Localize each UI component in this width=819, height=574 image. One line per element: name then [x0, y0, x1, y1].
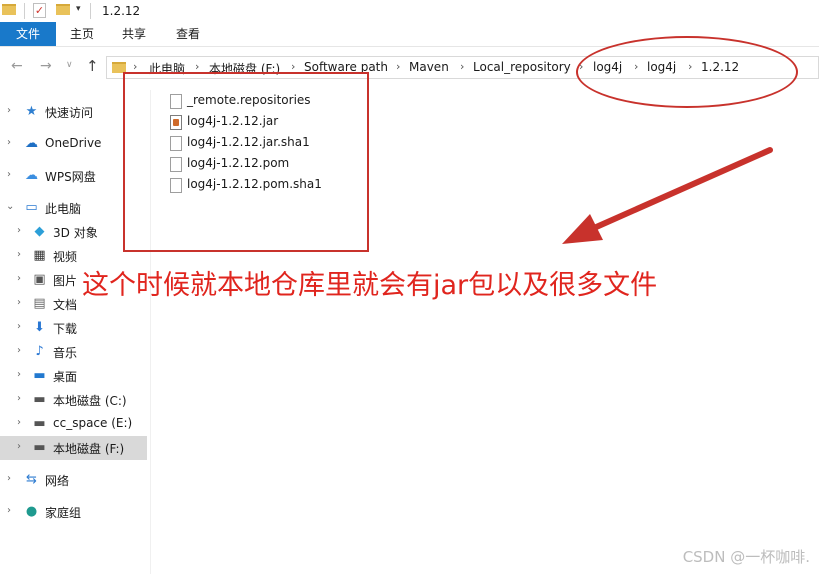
sidebar-item-label: 图片 — [53, 274, 78, 288]
folder-icon — [2, 4, 16, 15]
chevron-right-icon[interactable]: › — [7, 169, 11, 180]
picture-icon: ▣ — [33, 272, 46, 287]
chevron-right-icon[interactable]: › — [396, 60, 400, 73]
computer-icon: ▭ — [25, 200, 38, 215]
chevron-down-icon[interactable]: ⌄ — [6, 201, 14, 212]
cube-icon: ◆ — [34, 224, 45, 239]
sidebar-item-drive-e[interactable]: › ▬ cc_space (E:) — [0, 412, 147, 436]
network-icon: ⇆ — [26, 472, 37, 487]
desktop-icon: ▬ — [33, 368, 46, 383]
chevron-right-icon[interactable]: › — [7, 105, 11, 116]
download-icon: ⬇ — [34, 320, 45, 335]
cloud-icon: ☁ — [25, 168, 38, 183]
sidebar-item-desktop[interactable]: › ▬ 桌面 — [0, 364, 147, 388]
annotation-caption: 这个时候就本地仓库里就会有jar包以及很多文件 — [82, 270, 658, 301]
arrow-head — [562, 214, 603, 244]
tab-share[interactable]: 共享 — [110, 22, 158, 46]
music-icon: ♪ — [35, 344, 44, 359]
sidebar-item-network[interactable]: › ⇆ 网络 — [0, 468, 147, 492]
recent-locations-icon[interactable]: ∨ — [66, 60, 73, 70]
chevron-right-icon[interactable]: › — [17, 321, 21, 332]
annotation-highlight-box — [123, 72, 369, 252]
window-title: 1.2.12 — [102, 4, 141, 18]
drive-icon: ▬ — [33, 392, 46, 407]
new-folder-icon[interactable] — [56, 4, 70, 15]
sidebar-item-label: cc_space (E:) — [53, 416, 133, 430]
properties-icon[interactable]: ✓ — [33, 3, 46, 18]
tab-file[interactable]: 文件 — [0, 22, 56, 46]
sidebar-item-label: 家庭组 — [45, 506, 82, 520]
chevron-right-icon[interactable]: › — [460, 60, 464, 73]
sidebar-item-label: 网络 — [45, 474, 70, 488]
sidebar-item-label: 快速访问 — [45, 106, 94, 120]
chevron-right-icon[interactable]: › — [17, 441, 21, 452]
toolbar-divider — [24, 3, 25, 19]
cloud-icon: ☁ — [25, 136, 38, 151]
breadcrumb-maven[interactable]: Maven — [409, 60, 449, 74]
film-icon: ▦ — [33, 248, 46, 263]
tab-home[interactable]: 主页 — [58, 22, 106, 46]
chevron-right-icon[interactable]: › — [7, 505, 11, 516]
sidebar-item-label: 本地磁盘 (C:) — [53, 394, 127, 408]
sidebar-item-homegroup[interactable]: › ● 家庭组 — [0, 500, 147, 524]
homegroup-icon: ● — [25, 504, 38, 519]
star-icon: ★ — [25, 104, 38, 119]
watermark: CSDN @一杯咖啡. — [682, 548, 810, 566]
sidebar-item-label: 音乐 — [53, 346, 78, 360]
chevron-right-icon[interactable]: › — [17, 393, 21, 404]
chevron-right-icon[interactable]: › — [7, 137, 11, 148]
sidebar-item-music[interactable]: › ♪ 音乐 — [0, 340, 147, 364]
breadcrumb-local-repository[interactable]: Local_repository — [473, 60, 571, 74]
sidebar-item-label: 下载 — [53, 322, 78, 336]
annotation-highlight-ellipse — [576, 36, 798, 108]
sidebar-item-label: WPS网盘 — [45, 170, 96, 184]
up-arrow-icon[interactable]: ↑ — [86, 57, 99, 75]
chevron-right-icon[interactable]: › — [17, 297, 21, 308]
sidebar-item-drive-c[interactable]: › ▬ 本地磁盘 (C:) — [0, 388, 147, 412]
chevron-right-icon[interactable]: › — [17, 369, 21, 380]
sidebar-item-label: 3D 对象 — [53, 226, 98, 240]
drive-icon: ▬ — [33, 440, 46, 455]
chevron-right-icon[interactable]: › — [7, 473, 11, 484]
chevron-right-icon[interactable]: › — [17, 225, 21, 236]
sidebar-item-label: 文档 — [53, 298, 78, 312]
arrow-shaft — [582, 147, 773, 235]
forward-arrow-icon[interactable]: → — [40, 58, 52, 74]
sidebar-item-label: OneDrive — [45, 136, 102, 150]
toolbar-divider — [90, 3, 91, 19]
back-arrow-icon[interactable]: ← — [11, 58, 23, 74]
chevron-right-icon[interactable]: › — [17, 273, 21, 284]
chevron-right-icon[interactable]: › — [17, 417, 21, 428]
chevron-right-icon[interactable]: › — [17, 249, 21, 260]
chevron-right-icon[interactable]: › — [17, 345, 21, 356]
sidebar-item-label: 此电脑 — [45, 202, 82, 216]
sidebar-item-downloads[interactable]: › ⬇ 下载 — [0, 316, 147, 340]
quick-access-dropdown-icon[interactable]: ▾ — [76, 4, 81, 14]
sidebar-item-drive-f[interactable]: › ▬ 本地磁盘 (F:) — [0, 436, 147, 460]
sidebar-item-label: 桌面 — [53, 370, 78, 384]
sidebar-item-label: 视频 — [53, 250, 78, 264]
document-icon: ▤ — [33, 296, 46, 311]
drive-icon: ▬ — [33, 416, 46, 431]
title-bar: ✓ ▾ 1.2.12 — [0, 0, 819, 22]
tab-view[interactable]: 查看 — [164, 22, 212, 46]
sidebar-item-label: 本地磁盘 (F:) — [53, 442, 125, 456]
